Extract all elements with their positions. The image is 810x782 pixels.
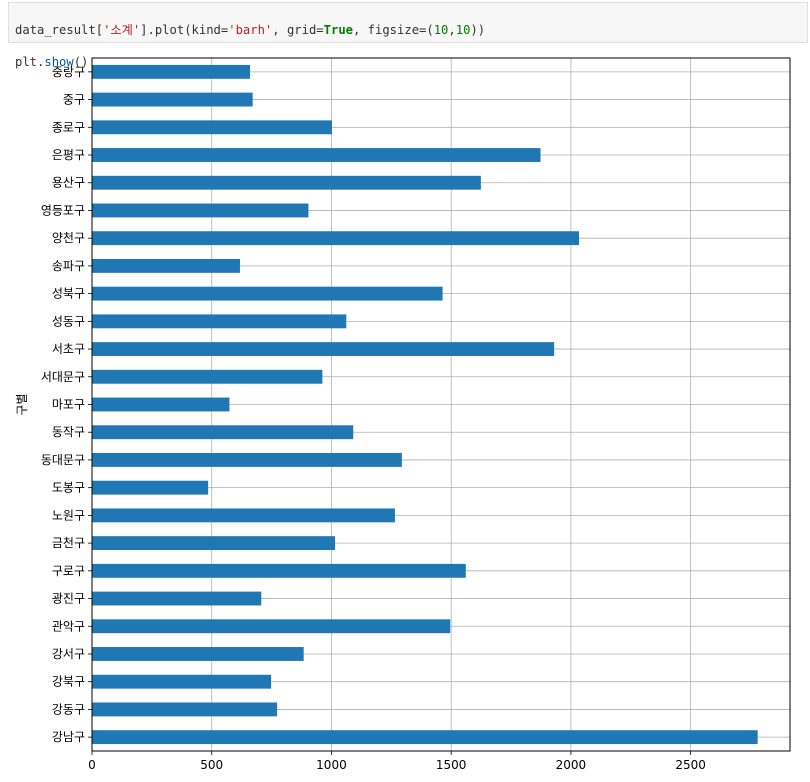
bar [92,674,272,689]
bar [92,314,347,329]
code-cell[interactable]: data_result['소계'].plot(kind='barh', grid… [8,2,808,69]
code-token: ].plot(kind= [140,23,229,37]
y-tick-label: 용산구 [52,176,85,190]
code-token: True [323,23,353,37]
y-tick-label: 강남구 [52,730,85,744]
code-token: , figsize=( [353,23,434,37]
bar [92,730,758,745]
bar [92,342,555,356]
bar [92,120,332,135]
y-axis-label: 구별 [15,393,29,415]
bar [92,148,541,162]
bar [92,286,443,301]
x-tick-label: 2500 [675,758,706,772]
bar [92,64,251,79]
y-tick-label: 영등포구 [41,203,85,217]
y-tick-label: 동대문구 [41,453,85,467]
bar [92,175,481,190]
bar [92,397,230,412]
x-tick-label: 500 [200,758,223,772]
bar [92,203,309,218]
y-tick-label: 성북구 [52,287,85,301]
y-tick-label: 종로구 [52,120,85,134]
y-tick-label: 광진구 [52,592,85,606]
code-token: data_result[ [15,23,104,37]
cell-output: 0 500 1000 1500 2000 2500 강남구 강동구 강북구 강서구 관악구 광진구 구로… [0,48,810,782]
bar [92,92,253,107]
y-tick-label: 도봉구 [52,481,85,495]
bar [92,453,402,467]
bar [92,231,580,246]
bar [92,369,323,384]
y-tick-label: 서대문구 [41,370,85,384]
code-token: 10 [433,23,449,37]
y-tick-label: 노원구 [52,508,85,522]
bar [92,619,451,634]
bar [92,591,262,606]
x-tick-label: 1500 [436,758,467,772]
y-tick-label: 구로구 [52,564,85,578]
y-tick-label: 서초구 [52,342,85,356]
code-token: 'barh' [228,23,273,37]
y-tick-label: 강동구 [52,702,85,716]
bar [92,258,240,273]
y-tick-label: 양천구 [52,230,85,245]
y-tick-label: 중구 [63,93,85,107]
bar [92,563,466,578]
y-tick-label: 송파구 [52,259,85,273]
bar [92,480,209,495]
code-line-1: data_result['소계'].plot(kind='barh', grid… [15,22,807,38]
y-tick-label: 금천구 [52,535,85,550]
y-tick-label: 은평구 [52,148,85,162]
barh-chart: 0 500 1000 1500 2000 2500 강남구 강동구 강북구 강서구 관악구 광진구 구로… [15,57,791,772]
bar [92,425,354,440]
code-token: )) [470,23,486,37]
y-tick-label: 성동구 [52,314,85,328]
bar [92,536,336,551]
y-tick-label: 강서구 [52,647,85,661]
code-token: , [448,23,456,37]
y-tick-label: 강북구 [52,675,85,689]
code-token: , grid= [272,23,324,37]
x-tick-label: 0 [88,758,96,772]
code-token: 10 [455,23,471,37]
bar [92,702,278,717]
bar [92,647,304,661]
y-tick-label: 동작구 [52,425,85,439]
y-tick-label: 중랑구 [52,65,85,79]
y-tick-label: 관악구 [52,619,85,633]
x-tick-label: 2000 [556,758,587,772]
code-token: '소계' [103,23,141,37]
bar [92,508,395,523]
x-tick-label: 1000 [316,758,347,772]
y-tick-label: 마포구 [52,398,85,412]
